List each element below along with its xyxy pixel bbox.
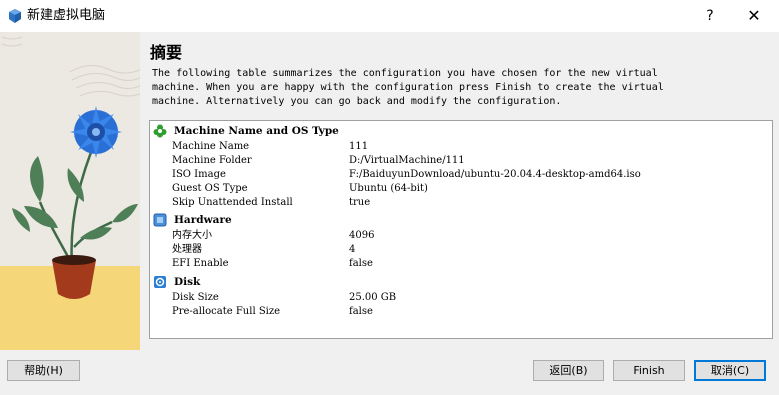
row-key: ISO Image (172, 169, 226, 180)
table-row: Machine Folder D:/VirtualMachine/111 (150, 154, 770, 168)
new-vm-dialog: 新建虚拟电脑 ? ✕ 摘要 The following table summar… (0, 0, 779, 395)
row-key: Pre-allocate Full Size (172, 306, 281, 317)
finish-button[interactable]: Finish (613, 360, 685, 381)
row-value: true (349, 197, 371, 208)
description-line: machine. When you are happy with the con… (152, 82, 664, 93)
section-title: Hardware (174, 214, 232, 226)
description-line: machine. Alternatively you can go back a… (152, 96, 562, 107)
help-button[interactable]: 帮助(H) (7, 360, 80, 381)
flower-pot-illustration (0, 32, 140, 350)
row-key: Disk Size (172, 292, 219, 303)
hardware-chip-icon (153, 213, 167, 227)
disk-icon (154, 276, 166, 288)
row-value: D:/VirtualMachine/111 (349, 155, 465, 166)
virtualbox-app-icon (9, 9, 21, 23)
row-key: 处理器 (172, 244, 202, 255)
page-description: The following table summarizes the confi… (152, 67, 672, 109)
page-title: 摘要 (150, 43, 183, 62)
window-title: 新建虚拟电脑 (27, 8, 106, 23)
table-row: 处理器 4 (150, 243, 770, 257)
row-key: 内存大小 (172, 230, 212, 241)
os-type-icon (153, 124, 167, 138)
row-value: 25.00 GB (349, 292, 397, 303)
table-row: ISO Image F:/BaiduyunDownload/ubuntu-20.… (150, 168, 770, 182)
table-row: Pre-allocate Full Size false (150, 305, 770, 319)
table-row: Machine Name 111 (150, 140, 770, 154)
row-key: Machine Folder (172, 155, 252, 166)
table-row: Skip Unattended Install true (150, 196, 770, 210)
wizard-illustration (0, 32, 140, 350)
help-question-button[interactable]: ? (690, 0, 730, 32)
section-title: Disk (174, 276, 201, 288)
row-value: 111 (349, 141, 369, 152)
button-bar: 帮助(H) 返回(B) Finish 取消(C) (0, 350, 779, 395)
row-key: Guest OS Type (172, 183, 248, 194)
row-key: Skip Unattended Install (172, 197, 293, 208)
table-row: 内存大小 4096 (150, 229, 770, 243)
table-row: Guest OS Type Ubuntu (64-bit) (150, 182, 770, 196)
row-value: 4096 (349, 230, 375, 241)
row-value: Ubuntu (64-bit) (349, 183, 428, 194)
row-key: EFI Enable (172, 258, 229, 269)
title-bar: 新建虚拟电脑 ? ✕ (0, 0, 779, 32)
cancel-button[interactable]: 取消(C) (694, 360, 766, 381)
section-disk: Disk (150, 274, 770, 290)
row-value: 4 (349, 244, 356, 255)
section-title: Machine Name and OS Type (174, 125, 339, 137)
row-value: false (349, 258, 373, 269)
section-machine-name-os-type: Machine Name and OS Type (150, 123, 770, 139)
table-row: Disk Size 25.00 GB (150, 291, 770, 305)
row-value: false (349, 306, 373, 317)
summary-table[interactable]: Machine Name and OS Type Machine Name 11… (149, 120, 773, 339)
row-key: Machine Name (172, 141, 250, 152)
close-button[interactable]: ✕ (734, 0, 774, 32)
description-line: The following table summarizes the confi… (152, 68, 658, 79)
back-button[interactable]: 返回(B) (533, 360, 604, 381)
summary-page: 摘要 The following table summarizes the co… (140, 32, 779, 350)
table-row: EFI Enable false (150, 257, 770, 271)
row-value: F:/BaiduyunDownload/ubuntu-20.04.4-deskt… (349, 169, 641, 180)
section-hardware: Hardware (150, 212, 770, 228)
